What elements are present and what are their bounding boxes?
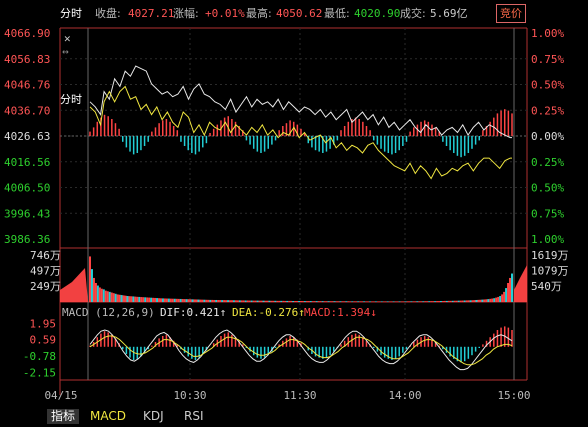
dif-line [89,329,513,371]
price-tick-left: 4066.90 [4,27,50,40]
x-axis-label: 10:30 [173,389,206,402]
price-tick-left: 4026.63 [4,130,50,143]
price-tick-right: 0.75% [531,53,564,66]
macd-tick: 0.59 [30,334,57,347]
price-tick-left: 4016.56 [4,156,50,169]
macd-tick: -0.78 [23,350,56,363]
price-tick-right: 0.00% [531,130,564,143]
x-axis-label: 11:30 [283,389,316,402]
macd-tick: 1.95 [30,317,57,330]
macd-title: MACD (12,26,9) [62,306,155,319]
price-tick-left: 4056.83 [4,53,50,66]
x-axis-label: 04/15 [44,389,77,402]
tab-indicator[interactable]: 指标 [47,409,80,424]
price-line [89,65,512,139]
volume-tick-left: 497万 [30,265,61,278]
macd-legend-entry: DEA:-0.276↑ [232,306,305,319]
macd-legend-entry: DIF:0.421↑ [160,306,226,319]
tab-macd[interactable]: MACD [90,409,126,424]
tab-rsi[interactable]: RSI [184,409,204,424]
volume-tick-right: 540万 [531,280,562,293]
volume-tick-left: 746万 [30,249,61,262]
intraday-chart: 4066.90 1.00% 4056.83 0.75% 4046.76 0.50% 4036… [4,27,569,402]
price-tick-left: 3986.36 [4,233,50,246]
x-axis-label: 14:00 [388,389,421,402]
tab-kdj[interactable]: KDJ [143,409,164,424]
volume-tick-right: 1619万 [531,249,569,262]
price-tick-right: 1.00% [531,233,564,246]
price-tick-right: 0.50% [531,182,564,195]
price-tick-right: 0.50% [531,79,564,92]
expand-icon: ↔ [62,45,69,58]
price-tick-left: 4006.50 [4,182,50,195]
indicator-tabs: 指标 MACD KDJ RSI [0,406,588,427]
close-auction-area [514,265,527,302]
volume-tick-right: 1079万 [531,265,569,278]
volume-tick-left: 249万 [30,280,61,293]
open-auction-area [60,268,88,302]
macd-tick: -2.15 [23,367,56,380]
price-tick-right: 0.25% [531,104,564,117]
intraday-label: 分时 [60,93,82,106]
price-tick-left: 3996.43 [4,207,50,220]
macd-legend-entry: MACD:1.394↓ [304,306,377,319]
close-icon: ✕ [64,32,71,45]
price-tick-right: 0.75% [531,207,564,220]
price-tick-left: 4036.70 [4,104,50,117]
x-axis-label: 15:00 [497,389,530,402]
price-tick-left: 4046.76 [4,79,50,92]
price-tick-right: 1.00% [531,27,564,40]
price-tick-right: 0.25% [531,156,564,169]
